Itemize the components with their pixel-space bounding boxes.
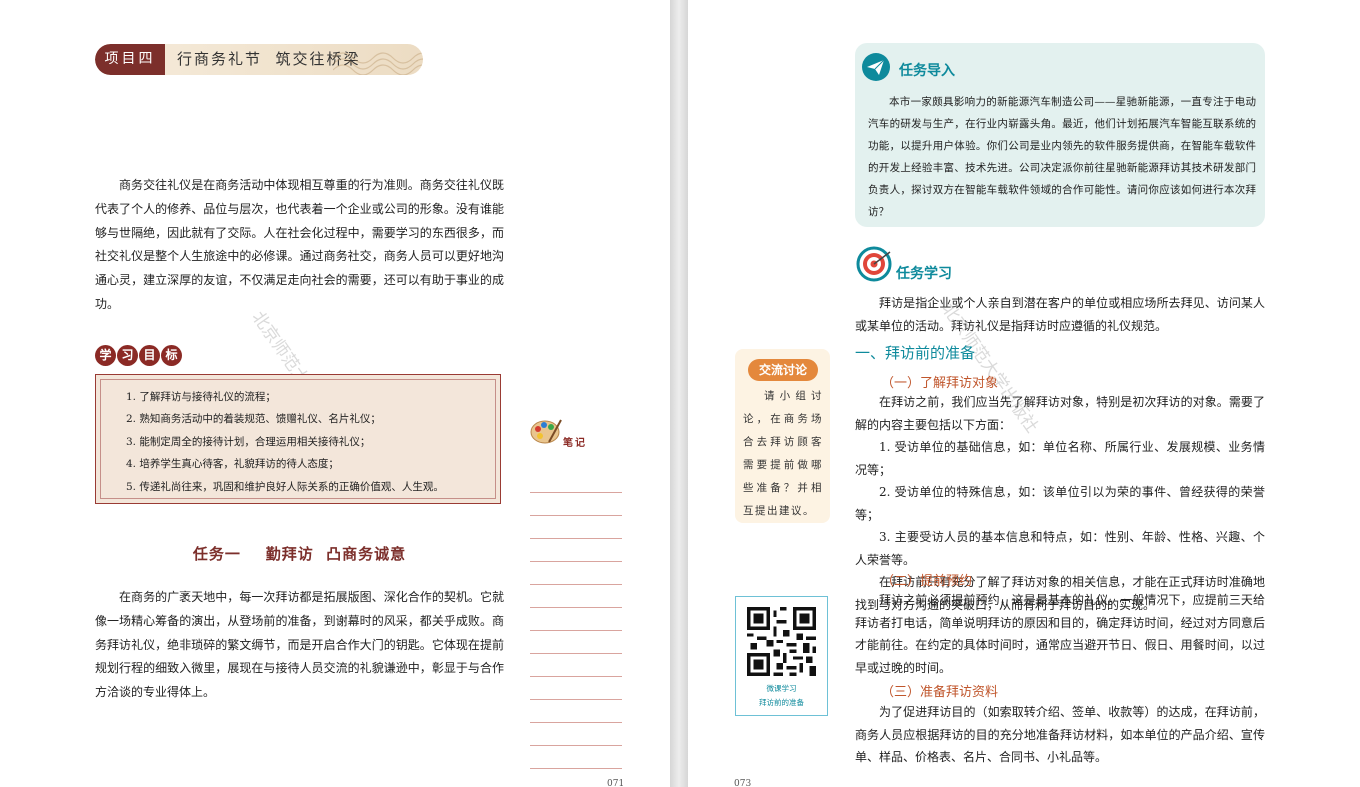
discussion-box: 交流讨论 请小组讨论，在商务场合去拜访顾客需要提前做哪些准备？并相互提出建议。 [735,349,830,523]
objectives-badge-char: 目 [139,345,160,366]
task-intro-title: 任务导入 [899,63,955,79]
objectives-box: 1. 了解拜访与接待礼仪的流程； 2. 熟知商务活动中的着装规范、馈赠礼仪、名片… [95,374,501,504]
subsection-body: 拜访之前必须提前预约，这是最基本的礼仪。一般情况下，应提前三天给拜访者打电话，简… [855,593,1265,675]
objective-item: 5. 传递礼尚往来，巩固和维护良好人际关系的正确价值观、人生观。 [126,480,444,493]
objectives-badge-char: 学 [95,345,116,366]
objectives-badge: 学 习 目 标 [95,345,183,366]
page-number: 073 [734,779,752,787]
list-item: 3. 主要受访人员的基本信息和特点，如：性别、年龄、性格、兴趣、个人荣誉等。 [855,530,1265,567]
notes-label: 笔记 [563,438,587,449]
qr-code-icon[interactable] [747,607,816,676]
subsection-heading: （一）了解拜访对象 [881,376,999,391]
subsection-heading: （三）准备拜访资料 [881,685,999,700]
objective-item: 1. 了解拜访与接待礼仪的流程； [126,391,276,403]
left-page: 项目四 行商务礼节 筑交往桥梁 商务交往礼仪是在商务活动中体现相互尊重的行为准则… [0,0,670,787]
target-icon [856,246,892,282]
book-gutter [670,0,688,787]
discussion-tag: 交流讨论 [748,359,818,381]
qr-code-box[interactable]: 微课学习 拜访前的准备 [735,596,828,716]
note-lines [530,470,622,769]
page-number: 071 [607,779,625,787]
subsection-intro: 在拜访之前，我们应当先了解拜访对象，特别是初次拜访的对象。需要了解的内容主要包括… [855,395,1265,432]
objectives-badge-char: 习 [117,345,138,366]
subsection-heading: （二）提前预约 [881,574,973,589]
project-header: 项目四 行商务礼节 筑交往桥梁 [95,44,423,75]
objective-item: 3. 能制定周全的接待计划，合理运用相关接待礼仪； [126,435,371,448]
list-item: 1. 受访单位的基础信息，如：单位名称、所属行业、发展规模、业务情况等； [855,440,1265,477]
discussion-body: 请小组讨论，在商务场合去拜访顾客需要提前做哪些准备？并相互提出建议。 [743,390,823,517]
wave-pattern-icon [333,52,423,75]
objective-item: 4. 培养学生真心待客，礼貌拜访的待人态度； [126,458,339,471]
task-paragraph: 在商务的广袤天地中，每一次拜访都是拓展版图、深化合作的契机。它就像一场精心筹备的… [95,590,504,700]
qr-caption-line2: 拜访前的准备 [759,698,804,707]
subsection-body: 为了促进拜访目的（如索取转介绍、签单、收款等）的达成，在拜访前，商务人员应根据拜… [855,705,1265,764]
qr-caption-line1: 微课学习 [766,684,797,693]
task-title: 任务一 勤拜访 凸商务诚意 [192,545,407,563]
section-heading: 一、拜访前的准备 [855,344,976,362]
intro-paragraph: 商务交往礼仪是在商务活动中体现相互尊重的行为准则。商务交往礼仪既代表了个人的修养… [95,178,504,311]
objectives-badge-char: 标 [161,345,182,366]
right-page: 任务导入 本市一家颇具影响力的新能源汽车制造公司——星驰新能源，一直专注于电动汽… [688,0,1360,787]
objectives-list: 1. 了解拜访与接待礼仪的流程； 2. 熟知商务活动中的着装规范、馈赠礼仪、名片… [126,386,486,498]
task-study-title: 任务学习 [896,266,952,282]
definition-paragraph: 拜访是指企业或个人亲自到潜在客户的单位或相应场所去拜见、访问某人或某单位的活动。… [855,296,1265,333]
palette-icon [530,419,562,444]
list-item: 2. 受访单位的特殊信息，如：该单位引以为荣的事件、曾经获得的荣誉等； [855,485,1265,522]
project-tag: 项目四 [95,44,165,75]
task-intro-body: 本市一家颇具影响力的新能源汽车制造公司——星驰新能源，一直专注于电动汽车的研发与… [868,96,1256,218]
paper-plane-icon [862,53,890,81]
objective-item: 2. 熟知商务活动中的着装规范、馈赠礼仪、名片礼仪； [126,413,381,426]
task-intro-card: 任务导入 本市一家颇具影响力的新能源汽车制造公司——星驰新能源，一直专注于电动汽… [855,43,1265,227]
